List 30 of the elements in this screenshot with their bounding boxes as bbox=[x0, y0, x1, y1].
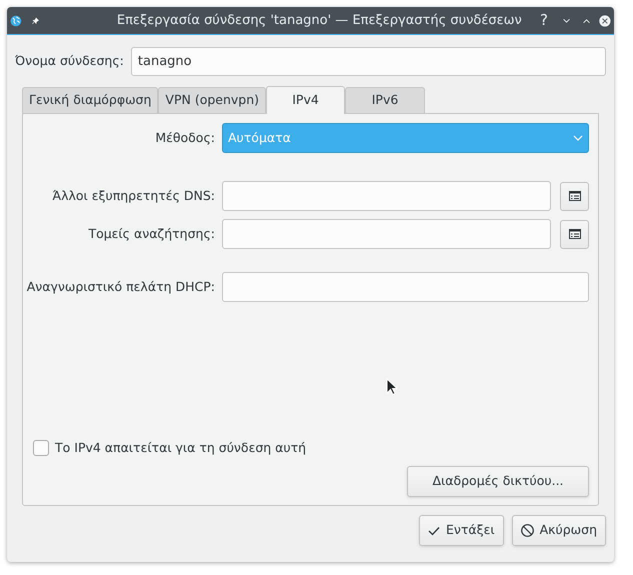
connection-name-field[interactable]: tanagno bbox=[130, 47, 606, 76]
field-label: Τομείς αναζήτησης: bbox=[87, 224, 216, 243]
tab[interactable]: VPN (openvpn) bbox=[158, 87, 266, 113]
edit-list-button[interactable] bbox=[560, 182, 589, 210]
tab[interactable]: IPv6 bbox=[345, 87, 426, 113]
minimize-icon[interactable] bbox=[563, 16, 570, 24]
text-field[interactable] bbox=[222, 181, 551, 211]
list-icon bbox=[568, 229, 580, 239]
cancel-button[interactable]: Ακύρωση bbox=[512, 515, 606, 546]
maximize-icon[interactable] bbox=[583, 16, 590, 24]
method-label: Μέθοδος: bbox=[154, 128, 216, 147]
routes-button[interactable]: Διαδρομές δικτύου... bbox=[407, 466, 589, 497]
text-field[interactable] bbox=[222, 219, 551, 249]
list-icon bbox=[568, 191, 580, 201]
cancel-icon bbox=[520, 524, 534, 537]
window-title: Επεξεργασία σύνδεσης 'tanagno' — Επεξεργαστής συνδέσεων bbox=[116, 12, 522, 30]
field-label: Αναγνωριστικό πελάτη DHCP: bbox=[26, 278, 216, 296]
text-field[interactable] bbox=[222, 272, 589, 302]
pin-icon[interactable] bbox=[32, 14, 39, 26]
tab[interactable]: Γενική διαμόρφωση bbox=[22, 87, 158, 113]
help-button[interactable]: ? bbox=[540, 9, 548, 32]
edit-list-button[interactable] bbox=[560, 220, 589, 248]
connection-name-label: Όνομα σύνδεσης: bbox=[15, 52, 124, 70]
check-icon bbox=[428, 526, 440, 536]
tab[interactable]: IPv4 bbox=[266, 86, 346, 114]
mouse-pointer-icon bbox=[386, 378, 397, 395]
caret-icon bbox=[573, 135, 583, 141]
field-label: Άλλοι εξυπηρετητές DNS: bbox=[51, 186, 216, 205]
required-checkbox[interactable]: Το IPv4 απαιτείται για τη σύνδεση αυτή bbox=[33, 439, 306, 458]
ok-button[interactable]: Εντάξει bbox=[418, 515, 504, 546]
